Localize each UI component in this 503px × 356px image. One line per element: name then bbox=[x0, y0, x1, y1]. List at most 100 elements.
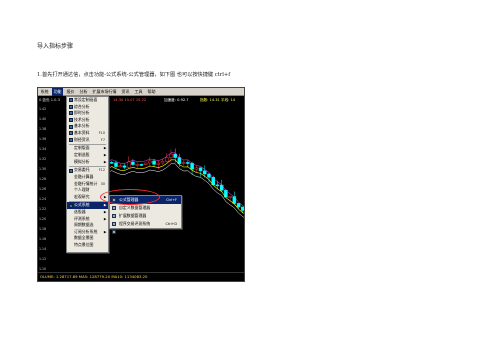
menu-item-shortcut: F12 bbox=[98, 168, 105, 173]
candle-body bbox=[203, 170, 207, 175]
submenu-item-label: 程序交易评测系统 bbox=[119, 221, 151, 226]
menu-item-label: 选股器 bbox=[74, 209, 86, 215]
function-menu-item[interactable]: 交易委托 F12 bbox=[67, 167, 108, 174]
function-menu-item[interactable]: 模拟分析 ▶ bbox=[67, 159, 108, 166]
menu-item-shortcut: 30 bbox=[100, 181, 105, 186]
candle-body bbox=[236, 203, 241, 208]
candle-body bbox=[169, 153, 173, 158]
formula-submenu-item[interactable]: 扩展数据管理器 bbox=[110, 212, 181, 220]
menu-item-label: 基本分析 bbox=[74, 123, 90, 129]
price-scale-label: 1.26 bbox=[39, 187, 47, 191]
red-annotation-ellipse bbox=[100, 189, 160, 205]
candle-body bbox=[139, 164, 144, 166]
menubar-item[interactable]: 资讯 bbox=[120, 88, 131, 96]
ma-values-yellow: 指数: 14.31 平线: 14 bbox=[200, 98, 236, 102]
menu-item-label: 模拟分析 bbox=[74, 158, 90, 164]
menu-bar: 系统 功能 报价 分析 扩展市场行情 资讯 工具 帮助 bbox=[38, 88, 244, 96]
price-scale-label: 1.28 bbox=[39, 177, 47, 181]
function-menu-item[interactable]: 金融行情统计 30 bbox=[67, 181, 108, 188]
candle-body bbox=[164, 157, 169, 162]
candle-body bbox=[241, 206, 244, 211]
document-title: 导入指标步骤 bbox=[37, 43, 74, 50]
candle-body bbox=[215, 184, 220, 187]
function-menu-item[interactable]: 常设定制画面 bbox=[67, 97, 108, 104]
price-scale-label: 1.20 bbox=[39, 217, 47, 221]
submenu-arrow-icon: ▶ bbox=[103, 159, 107, 164]
formula-submenu-item[interactable]: 自定义数据管理器 bbox=[110, 204, 181, 212]
function-menu-item[interactable]: 财经资讯 F7 bbox=[67, 137, 108, 144]
function-menu-item[interactable]: 金融计算器 bbox=[67, 174, 108, 181]
submenu-item-label: 自定义数据管理器 bbox=[119, 205, 151, 210]
candle-body bbox=[181, 162, 186, 164]
candle-body bbox=[160, 161, 165, 164]
menu-item-label: 技术分析 bbox=[74, 116, 90, 122]
menu-item-label: 基本资料 bbox=[74, 129, 90, 135]
price-scale-label: 1.42 bbox=[39, 107, 47, 111]
candle-body bbox=[143, 162, 148, 165]
candle-body bbox=[110, 162, 114, 164]
candle-body bbox=[228, 196, 232, 198]
function-menu-item[interactable]: 公式系统 ▶ bbox=[67, 202, 108, 210]
menubar-item[interactable]: 系统 bbox=[39, 88, 50, 96]
function-menu-item[interactable]: 定制版面 ▶ bbox=[67, 145, 108, 152]
menu-item-icon bbox=[68, 203, 73, 208]
menu-item-label: 特点景位图 bbox=[74, 242, 94, 248]
menu-item-label: 财经资讯 bbox=[74, 136, 90, 142]
menu-item-shortcut: F7 bbox=[100, 137, 105, 142]
function-menu-item[interactable]: 周期数据选 bbox=[67, 222, 108, 229]
function-menu-item[interactable]: 定制选股 ▶ bbox=[67, 152, 108, 159]
function-menu-item[interactable]: 订阅分析系统 ▶ bbox=[67, 229, 108, 236]
menu-item-label: 金融计算器 bbox=[74, 173, 94, 179]
function-menu-item[interactable]: 特点景位图 bbox=[67, 242, 108, 249]
menu-item-label: 评测系统 bbox=[74, 215, 90, 221]
menu-item-label: 金融行情统计 bbox=[74, 180, 98, 186]
candle-body bbox=[122, 165, 127, 168]
submenu-item-icon bbox=[112, 222, 116, 226]
function-menu[interactable]: 常设定制画面 综合分析 即时分析 技术分析 基本分析 基本资料 F10 财经资讯 F7 定制版面 ▶… bbox=[66, 96, 109, 253]
menu-item-icon bbox=[68, 124, 73, 129]
function-menu-item[interactable]: 技术分析 bbox=[67, 117, 108, 124]
menu-item-label: 订阅分析系统 bbox=[74, 228, 98, 234]
submenu-arrow-icon: ▶ bbox=[103, 210, 107, 215]
submenu-arrow-icon: ▶ bbox=[103, 216, 107, 221]
submenu-item-shortcut: Ctrl+D bbox=[165, 222, 178, 226]
function-menu-item[interactable]: 评测系统 ▶ bbox=[67, 216, 108, 223]
submenu-item-icon bbox=[112, 206, 116, 210]
price-scale-label: 1.16 bbox=[39, 237, 47, 241]
price-scale-label: 1.40 bbox=[39, 117, 47, 121]
menu-item-icon bbox=[68, 98, 73, 103]
ma-values-white: 加速度: 0.92.7 bbox=[164, 98, 189, 102]
menu-item-label: 公式系统 bbox=[74, 202, 90, 208]
function-menu-item[interactable]: 即时分析 bbox=[67, 110, 108, 117]
menubar-item[interactable]: 分析 bbox=[78, 88, 89, 96]
menubar-item[interactable]: 帮助 bbox=[146, 88, 157, 96]
menubar-item[interactable]: 扩展市场行情 bbox=[91, 88, 118, 96]
function-menu-item[interactable]: 综合分析 bbox=[67, 104, 108, 111]
candle-body bbox=[135, 164, 139, 166]
menu-item-label: 综合分析 bbox=[74, 103, 90, 109]
function-menu-item[interactable]: 基本资料 F10 bbox=[67, 130, 108, 137]
candle-body bbox=[173, 153, 177, 158]
menubar-item[interactable]: 功能 bbox=[52, 88, 63, 96]
menubar-item[interactable]: 报价 bbox=[65, 88, 76, 96]
submenu-arrow-icon: ▶ bbox=[103, 229, 107, 234]
candle-body bbox=[207, 173, 211, 178]
candle-body bbox=[131, 161, 135, 165]
function-menu-item[interactable]: 选股器 ▶ bbox=[67, 209, 108, 216]
candle-body bbox=[190, 162, 194, 170]
price-scale-label: 1.34 bbox=[39, 147, 47, 151]
menubar-item[interactable]: 工具 bbox=[133, 88, 144, 96]
menu-item-label: 常设定制画面 bbox=[74, 97, 98, 102]
formula-submenu-item[interactable]: 程序交易评测系统 Ctrl+D bbox=[110, 220, 181, 228]
menu-item-icon bbox=[68, 168, 73, 173]
formula-submenu-item[interactable]: 探索最佳指标系统 bbox=[110, 228, 181, 236]
function-menu-item[interactable]: 数据全景图 bbox=[67, 235, 108, 242]
submenu-item-label: 扩展数据管理器 bbox=[119, 213, 147, 218]
menu-item-label: 个人理财 bbox=[74, 187, 90, 193]
function-menu-item[interactable]: 基本分析 bbox=[67, 123, 108, 130]
price-scale-label: 1.12 bbox=[39, 257, 47, 261]
price-scale-label: 1.14 bbox=[39, 247, 47, 251]
submenu-item-label: 探索最佳指标系统 bbox=[119, 229, 151, 234]
candle-body bbox=[126, 161, 131, 168]
candle-body bbox=[156, 162, 161, 165]
